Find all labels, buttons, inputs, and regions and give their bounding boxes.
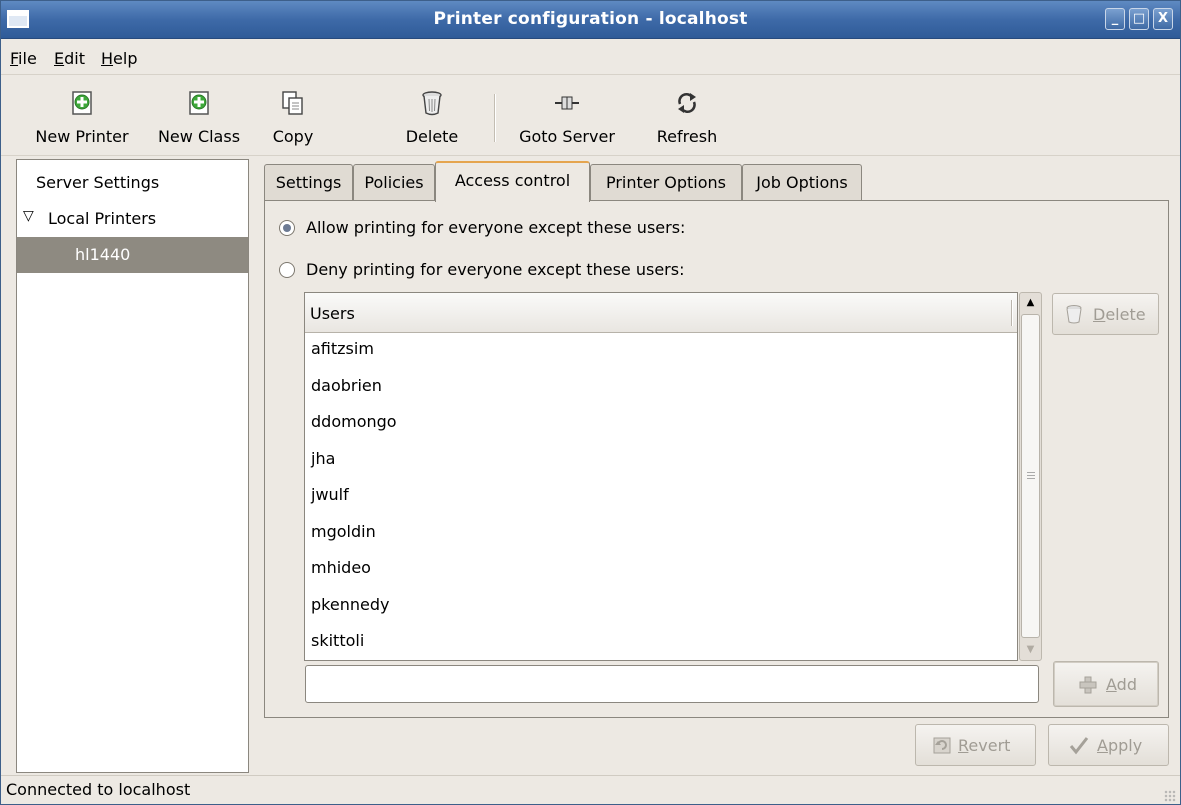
tree-item-server-settings[interactable]: Server Settings — [17, 163, 248, 199]
delete-user-button[interactable]: Delete — [1052, 293, 1159, 335]
close-button[interactable]: X — [1153, 8, 1173, 30]
new-class-label: New Class — [157, 127, 241, 146]
users-list[interactable]: Users afitzsim daobrien ddomongo jha jwu… — [304, 292, 1018, 661]
local-printers-label: Local Printers — [48, 209, 157, 228]
users-scrollbar[interactable]: ▲ ▼ — [1019, 292, 1042, 661]
minimize-button[interactable]: _ — [1105, 8, 1125, 30]
tree-item-local-printers[interactable]: ▽ Local Printers — [17, 199, 248, 235]
users-header-label: Users — [310, 304, 355, 323]
add-user-button[interactable]: Add — [1053, 661, 1159, 707]
tab-access-control[interactable]: Access control — [435, 161, 590, 202]
title-bar[interactable]: Printer configuration - localhost _ □ X — [1, 1, 1180, 39]
scroll-down-arrow-icon[interactable]: ▼ — [1022, 641, 1039, 658]
user-name-input[interactable] — [305, 665, 1039, 703]
refresh-icon — [678, 93, 696, 113]
copy-button[interactable]: Copy — [269, 76, 317, 154]
column-divider — [1011, 300, 1013, 326]
deny-radio-label: Deny printing for everyone except these … — [306, 260, 685, 279]
scrollbar-grip — [1027, 472, 1035, 479]
new-printer-button[interactable]: New Printer — [19, 76, 145, 154]
refresh-button[interactable]: Refresh — [649, 76, 725, 154]
trash-icon — [422, 91, 442, 116]
add-icon — [1079, 676, 1097, 694]
apply-button[interactable]: Apply — [1048, 724, 1169, 766]
revert-icon — [933, 737, 951, 754]
expander-down-icon[interactable]: ▽ — [23, 208, 34, 224]
tab-printer-options[interactable]: Printer Options — [590, 164, 742, 200]
server-settings-label: Server Settings — [36, 173, 160, 192]
copy-label: Copy — [272, 127, 314, 146]
status-bar: Connected to localhost — [1, 775, 1180, 805]
resize-grip-icon[interactable] — [1164, 790, 1176, 802]
revert-button[interactable]: Revert — [915, 724, 1036, 766]
checkmark-icon — [1069, 737, 1089, 755]
goto-server-button[interactable]: Goto Server — [509, 76, 625, 154]
apply-label: Apply — [1097, 736, 1143, 755]
status-text: Connected to localhost — [6, 780, 191, 799]
delete-toolbar-button[interactable]: Delete — [393, 76, 471, 154]
revert-label: Revert — [958, 736, 1011, 755]
menu-file[interactable]: File — [10, 49, 37, 68]
toolbar-separator — [494, 94, 496, 142]
menu-bar: File Edit Help — [1, 39, 1180, 75]
refresh-label: Refresh — [656, 127, 718, 146]
printer-tree[interactable]: Server Settings ▽ Local Printers hl1440 — [16, 159, 249, 773]
new-class-icon — [189, 91, 209, 115]
printer-hl1440-label: hl1440 — [75, 245, 131, 264]
connect-icon — [555, 96, 579, 110]
new-printer-label: New Printer — [35, 127, 129, 146]
add-user-label: Add — [1106, 675, 1137, 694]
goto-server-label: Goto Server — [519, 127, 615, 146]
new-class-button[interactable]: New Class — [145, 76, 253, 154]
new-printer-icon — [72, 91, 92, 115]
copy-icon — [282, 91, 303, 115]
menu-help[interactable]: Help — [101, 49, 137, 68]
scroll-up-arrow-icon[interactable]: ▲ — [1022, 294, 1039, 311]
deny-radio-button[interactable] — [279, 262, 295, 278]
tab-policies[interactable]: Policies — [353, 164, 435, 200]
tab-job-options[interactable]: Job Options — [742, 164, 862, 200]
maximize-button[interactable]: □ — [1129, 8, 1149, 30]
window-title: Printer configuration - localhost — [433, 9, 748, 29]
delete-label: Delete — [405, 127, 459, 146]
allow-radio-label: Allow printing for everyone except these… — [306, 218, 686, 237]
tree-item-hl1440[interactable]: hl1440 — [17, 237, 248, 273]
users-column-header[interactable]: Users — [305, 293, 1017, 333]
scrollbar-thumb[interactable] — [1021, 314, 1040, 638]
toolbar: New Printer New Class Copy Delete Goto S… — [1, 76, 1180, 156]
tab-settings[interactable]: Settings — [264, 164, 353, 200]
delete-user-label: Delete — [1093, 305, 1146, 324]
menu-edit[interactable]: Edit — [54, 49, 85, 68]
trash-icon — [1066, 305, 1082, 324]
printer-config-window: Printer configuration - localhost _ □ X … — [0, 0, 1181, 805]
allow-radio-button[interactable] — [279, 220, 295, 236]
